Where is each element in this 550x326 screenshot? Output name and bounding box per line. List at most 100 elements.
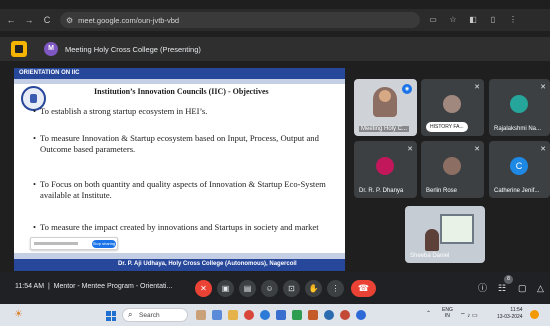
camera-button[interactable]: ▣: [217, 280, 234, 297]
notification-icon[interactable]: [530, 310, 539, 319]
mic-off-icon: ✕: [540, 84, 546, 91]
raise-hand-button[interactable]: ✋: [305, 280, 322, 297]
edge-app-icon[interactable]: [260, 310, 270, 320]
sidebar-icon[interactable]: ▯: [486, 13, 500, 27]
present-button[interactable]: ⊡: [283, 280, 300, 297]
mic-off-icon: ✕: [474, 84, 480, 91]
slide-header: ORIENTATION ON IIC: [14, 68, 345, 79]
file-explorer-icon[interactable]: [228, 310, 238, 320]
separator: |: [47, 283, 50, 290]
menu-icon[interactable]: ⋮: [506, 13, 520, 27]
mic-off-icon: ✕: [540, 146, 546, 153]
mic-off-icon: ✕: [474, 146, 480, 153]
avatar: [376, 157, 394, 175]
url-text: meet.google.com/oun-jvtb-vbd: [78, 15, 180, 25]
taskbar-clock[interactable]: 11:54 13-03-2024: [497, 307, 523, 321]
search-icon: ⌕: [128, 310, 133, 319]
chrome-app-icon[interactable]: [244, 310, 254, 320]
meeting-name: Mentor - Mentee Program - Orientati...: [53, 283, 173, 290]
mic-off-button[interactable]: ✕: [195, 280, 212, 297]
powerpoint-app-icon[interactable]: [308, 310, 318, 320]
site-info-icon[interactable]: ⚙: [66, 16, 73, 25]
chat-icon[interactable]: ▢: [518, 283, 527, 293]
slide-footer-text: Dr. P. Aji Udhaya, Holy Cross College (A…: [118, 261, 297, 267]
photos-app-icon[interactable]: [196, 310, 206, 320]
participant-name: Catherine Jenif...: [494, 188, 540, 194]
slide-bullet: To measure Innovation & Startup ecosyste…: [33, 133, 340, 155]
address-bar[interactable]: ⚙ meet.google.com/oun-jvtb-vbd: [60, 12, 420, 28]
participant-tile[interactable]: Sheeba Daniel: [405, 206, 485, 263]
sharing-popup: Stop sharing: [30, 237, 118, 250]
people-count-badge: 8: [504, 275, 513, 284]
chrome-profile-icon[interactable]: [340, 310, 350, 320]
weather-icon[interactable]: ☀: [14, 309, 23, 320]
info-icon[interactable]: ⓘ: [478, 283, 487, 293]
participant-video: [373, 87, 397, 117]
cast-icon[interactable]: ▭: [426, 13, 440, 27]
participant-name: Dr. R. P. Dhanya: [359, 188, 404, 194]
tray-chevron-icon[interactable]: ⌃: [426, 310, 431, 317]
store-app-icon[interactable]: [276, 310, 286, 320]
stop-sharing-button[interactable]: Stop sharing: [92, 240, 116, 248]
language-indicator[interactable]: ENG IN: [442, 307, 453, 319]
participant-tile[interactable]: ◉ Meeting Holy C...: [354, 79, 417, 136]
bookmark-star-icon[interactable]: ☆: [446, 13, 460, 27]
participant-tile[interactable]: ✕ Rajalakshmi Na...: [489, 79, 550, 136]
participant-name: Meeting Holy C...: [359, 126, 410, 132]
presenter-avatar: M: [44, 42, 58, 56]
participant-name: HISTORY FA...: [426, 122, 468, 132]
windows-taskbar: ☀ ⌕ Search ⌃ ENG IN ⌔ ♪ ▭ 11:54 13-03-2024: [0, 304, 550, 326]
emoji-button[interactable]: ☺: [261, 280, 278, 297]
excel-app-icon[interactable]: [292, 310, 302, 320]
forward-icon[interactable]: →: [22, 13, 36, 27]
clock-time: 11:54: [510, 307, 523, 313]
participant-tile[interactable]: ✕ Dr. R. P. Dhanya: [354, 141, 417, 198]
activities-icon[interactable]: △: [537, 283, 544, 293]
browser-toolbar: ← → C ⚙ meet.google.com/oun-jvtb-vbd ▭ ☆…: [0, 9, 550, 31]
avatar: [510, 95, 528, 113]
participant-tile[interactable]: ✕ Berlin Rose: [421, 141, 484, 198]
avatar: C: [510, 157, 528, 175]
meet-controls: 11:54 AM | Mentor - Mentee Program - Ori…: [0, 272, 550, 304]
mic-off-icon: ✕: [407, 146, 413, 153]
region-code: IN: [444, 313, 450, 319]
slide-band: [14, 79, 345, 84]
slide-bullet: To establish a strong startup ecosystem …: [33, 106, 340, 117]
screen: ← → C ⚙ meet.google.com/oun-jvtb-vbd ▭ ☆…: [0, 0, 550, 326]
captions-button[interactable]: ▤: [239, 280, 256, 297]
speaking-indicator-icon: ◉: [402, 84, 412, 94]
slide-bullet: To Focus on both quantity and quality as…: [33, 179, 340, 201]
clock-date: 13-03-2024: [497, 314, 523, 320]
network-volume-battery-icon[interactable]: ⌔ ♪ ▭: [460, 311, 478, 319]
taskbar-search[interactable]: ⌕ Search: [122, 308, 188, 322]
slide-header-text: ORIENTATION ON IIC: [19, 70, 80, 76]
background-window: [440, 214, 474, 244]
chrome-profile-icon[interactable]: [324, 310, 334, 320]
slide-bullet: To measure the impact created by innovat…: [33, 222, 340, 233]
start-icon[interactable]: [106, 311, 116, 321]
end-call-button[interactable]: ☎: [351, 280, 376, 297]
back-icon[interactable]: ←: [4, 13, 18, 27]
slide-footer: Dr. P. Aji Udhaya, Holy Cross College (A…: [14, 259, 345, 271]
participant-name: Sheeba Daniel: [410, 253, 450, 259]
avatar: [443, 157, 461, 175]
people-icon[interactable]: ☷: [498, 283, 506, 293]
search-label: Search: [139, 312, 160, 319]
app-icon[interactable]: [11, 41, 27, 57]
meeting-time: 11:54 AM: [15, 283, 45, 290]
task-view-icon[interactable]: [212, 310, 222, 320]
extensions-icon[interactable]: ◧: [466, 13, 480, 27]
participant-tile[interactable]: ✕ HISTORY FA...: [421, 79, 484, 136]
reload-icon[interactable]: C: [40, 13, 54, 27]
participant-video: [425, 229, 439, 251]
participant-tile[interactable]: ✕ C Catherine Jenif...: [489, 141, 550, 198]
meeting-title: Meeting Holy Cross College (Presenting): [65, 44, 201, 54]
browser-app-icon[interactable]: [356, 310, 366, 320]
sharing-popup-text: [34, 242, 78, 245]
slide-heading: Institution’s Innovation Councils (IIC) …: [94, 87, 269, 96]
participant-name: Rajalakshmi Na...: [494, 126, 542, 132]
participant-name: Berlin Rose: [426, 188, 458, 194]
meeting-info: 11:54 AM | Mentor - Mentee Program - Ori…: [15, 283, 172, 290]
avatar: [443, 95, 461, 113]
more-options-button[interactable]: ⋮: [327, 280, 344, 297]
